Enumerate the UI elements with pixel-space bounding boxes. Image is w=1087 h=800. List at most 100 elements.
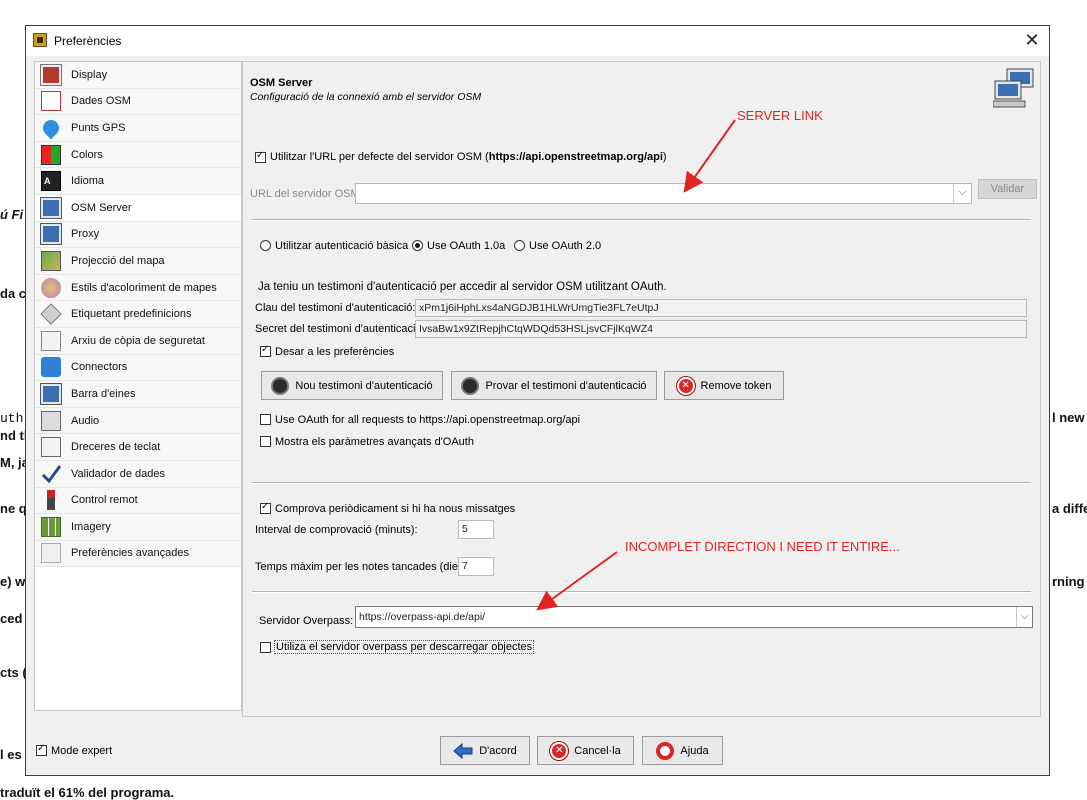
lifebuoy-help-icon [656, 741, 675, 760]
interval-input[interactable]: 5 [458, 520, 494, 539]
sidebar-item-control-remot[interactable]: Control remot [35, 487, 241, 515]
sidebar-item-label: Connectors [71, 361, 128, 374]
oauth2-radio[interactable] [514, 240, 525, 251]
save-to-preferences-label: Desar a les preferències [275, 346, 395, 358]
plugin-icon [41, 357, 61, 378]
validate-button[interactable]: Validar [978, 179, 1037, 199]
sidebar-item-display[interactable]: Display [35, 62, 241, 89]
overpass-url-input[interactable]: https://overpass-api.de/api/ ⌵ [355, 606, 1033, 628]
display-icon [40, 63, 62, 86]
sidebar-item-punts-gps[interactable]: Punts GPS [35, 115, 241, 142]
remove-token-button[interactable]: ✕ Remove token [664, 371, 784, 400]
chevron-down-icon[interactable]: ⌵ [1016, 607, 1032, 627]
sidebar-item-connectors[interactable]: Connectors [35, 354, 241, 382]
language-icon: A [41, 171, 61, 192]
closed-notes-input[interactable]: 7 [458, 557, 494, 576]
cancel-x-icon: ✕ [550, 741, 569, 760]
sidebar-item-label: Proxy [71, 228, 100, 241]
sidebar-item-barra-d-eines[interactable]: Barra d'eines [35, 381, 241, 408]
sidebar-item-label: Idioma [71, 175, 105, 188]
divider [252, 591, 1031, 593]
backup-file-icon [41, 330, 61, 351]
divider [252, 482, 1031, 484]
token-key-label: Clau del testimoni d'autenticació: [255, 302, 416, 314]
test-token-button[interactable]: Provar el testimoni d'autenticació [451, 371, 657, 400]
sidebar-item-label: Imagery [71, 520, 111, 533]
sidebar-item-imagery[interactable]: Imagery [35, 514, 241, 541]
sidebar-item-label: Projecció del mapa [71, 254, 165, 267]
help-button[interactable]: Ajuda [642, 736, 723, 765]
token-secret-field[interactable]: IvsaBw1x9ZtRepjhCtqWDQd53HSLjsvCFjlKqWZ4 [415, 320, 1027, 338]
sidebar-item-validador-de-dades[interactable]: Validador de dades [35, 460, 241, 488]
map-styles-icon [41, 277, 61, 298]
sidebar-item-arxiu-de-c-pia-de-seguretat[interactable]: Arxiu de còpia de seguretat [35, 327, 241, 355]
token-key-field[interactable]: xPm1j6iHphLxs4aNGDJB1HLWrUmgTie3FL7eUtpJ [415, 299, 1027, 317]
background-text: cts ( [0, 665, 27, 680]
imagery-icon [41, 516, 61, 537]
sidebar-item-label: Punts GPS [71, 121, 126, 134]
gps-pin-icon [39, 116, 63, 140]
sidebar-item-label: Dades OSM [71, 95, 131, 108]
token-secret-label: Secret del testimoni d'autenticació: [255, 323, 425, 335]
sidebar-item-osm-server[interactable]: OSM Server [35, 194, 241, 222]
oauth1-label: Use OAuth 1.0a [427, 240, 506, 252]
window-title: Preferències [54, 34, 122, 48]
sidebar-item-prefer-ncies-avan-ades[interactable]: Preferències avançades [35, 540, 241, 568]
sidebar-item-label: Preferències avançades [71, 547, 190, 560]
expert-mode-checkbox[interactable] [36, 743, 47, 756]
background-text: rning [1052, 574, 1085, 589]
title-bar[interactable]: Preferències ✕ [26, 26, 1049, 56]
section-title: OSM Server [250, 77, 313, 89]
cancel-button[interactable]: ✕ Cancel·la [537, 736, 634, 765]
advanced-oauth-checkbox[interactable] [260, 436, 271, 447]
close-button[interactable]: ✕ [1015, 26, 1049, 56]
annotation-incomplete: INCOMPLET DIRECTION I NEED IT ENTIRE... [625, 539, 900, 554]
sidebar-item-etiquetant-predefinicions[interactable]: Etiquetant predefinicions [35, 301, 241, 328]
sidebar-item-idioma[interactable]: A Idioma [35, 168, 241, 195]
back-arrow-icon [453, 742, 473, 759]
close-icon: ✕ [1024, 30, 1040, 50]
network-computers-icon [993, 68, 1034, 108]
expert-mode-label: Mode expert [51, 745, 113, 757]
colors-icon [41, 144, 61, 165]
osm-url-label: URL del servidor OSM: [250, 188, 363, 200]
background-text: da c [0, 286, 27, 301]
osm-url-dropdown[interactable]: ⌵ [953, 183, 972, 204]
arrow-to-overpass-field [536, 551, 618, 611]
new-token-button[interactable]: Nou testimoni d'autenticació [261, 371, 443, 400]
check-messages-label: Comprova periòdicament si hi ha nous mis… [275, 503, 516, 515]
sidebar-item-proxy[interactable]: Proxy [35, 221, 241, 249]
sidebar-item-estils-d-acoloriment-de-mapes[interactable]: Estils d'acoloriment de mapes [35, 274, 241, 302]
oauth-all-requests-checkbox[interactable] [260, 414, 271, 425]
background-text: traduït el 61% del programa. [0, 785, 175, 800]
preset-tag-icon [40, 303, 62, 325]
validator-checkmark-icon [41, 464, 62, 484]
preferences-dialog: Preferències ✕ Display Dades OSM Punts GPS… [25, 25, 1050, 776]
osm-url-input[interactable] [355, 183, 972, 204]
use-overpass-checkbox[interactable] [260, 642, 271, 653]
sidebar-item-projecci-del-mapa[interactable]: Projecció del mapa [35, 248, 241, 275]
sidebar-item-label: Arxiu de còpia de seguretat [71, 334, 205, 347]
sidebar-item-dades-osm[interactable]: Dades OSM [35, 88, 241, 116]
chevron-down-icon: ⌵ [958, 186, 967, 198]
toolbar-icon [40, 382, 62, 405]
ok-button[interactable]: D'acord [440, 736, 530, 765]
audio-icon [41, 410, 61, 431]
divider [252, 219, 1031, 221]
sidebar-item-label: Barra d'eines [71, 387, 136, 400]
basic-auth-radio[interactable] [260, 240, 271, 251]
oauth1-radio[interactable] [412, 240, 423, 251]
save-to-preferences-checkbox[interactable] [260, 344, 271, 357]
default-url-checkbox[interactable] [255, 150, 266, 163]
oauth-icon [461, 376, 480, 395]
check-messages-checkbox[interactable] [260, 501, 271, 514]
sidebar-item-label: Dreceres de teclat [71, 441, 161, 454]
advanced-preferences-icon [41, 543, 61, 564]
oauth-icon [271, 376, 290, 395]
sidebar-item-colors[interactable]: Colors [35, 141, 241, 169]
remove-x-icon: ✕ [676, 376, 695, 395]
josm-app-icon [33, 33, 47, 47]
sidebar-item-dreceres-de-teclat[interactable]: Dreceres de teclat [35, 434, 241, 461]
sidebar-item-audio[interactable]: Audio [35, 407, 241, 435]
remote-control-icon [47, 490, 55, 511]
